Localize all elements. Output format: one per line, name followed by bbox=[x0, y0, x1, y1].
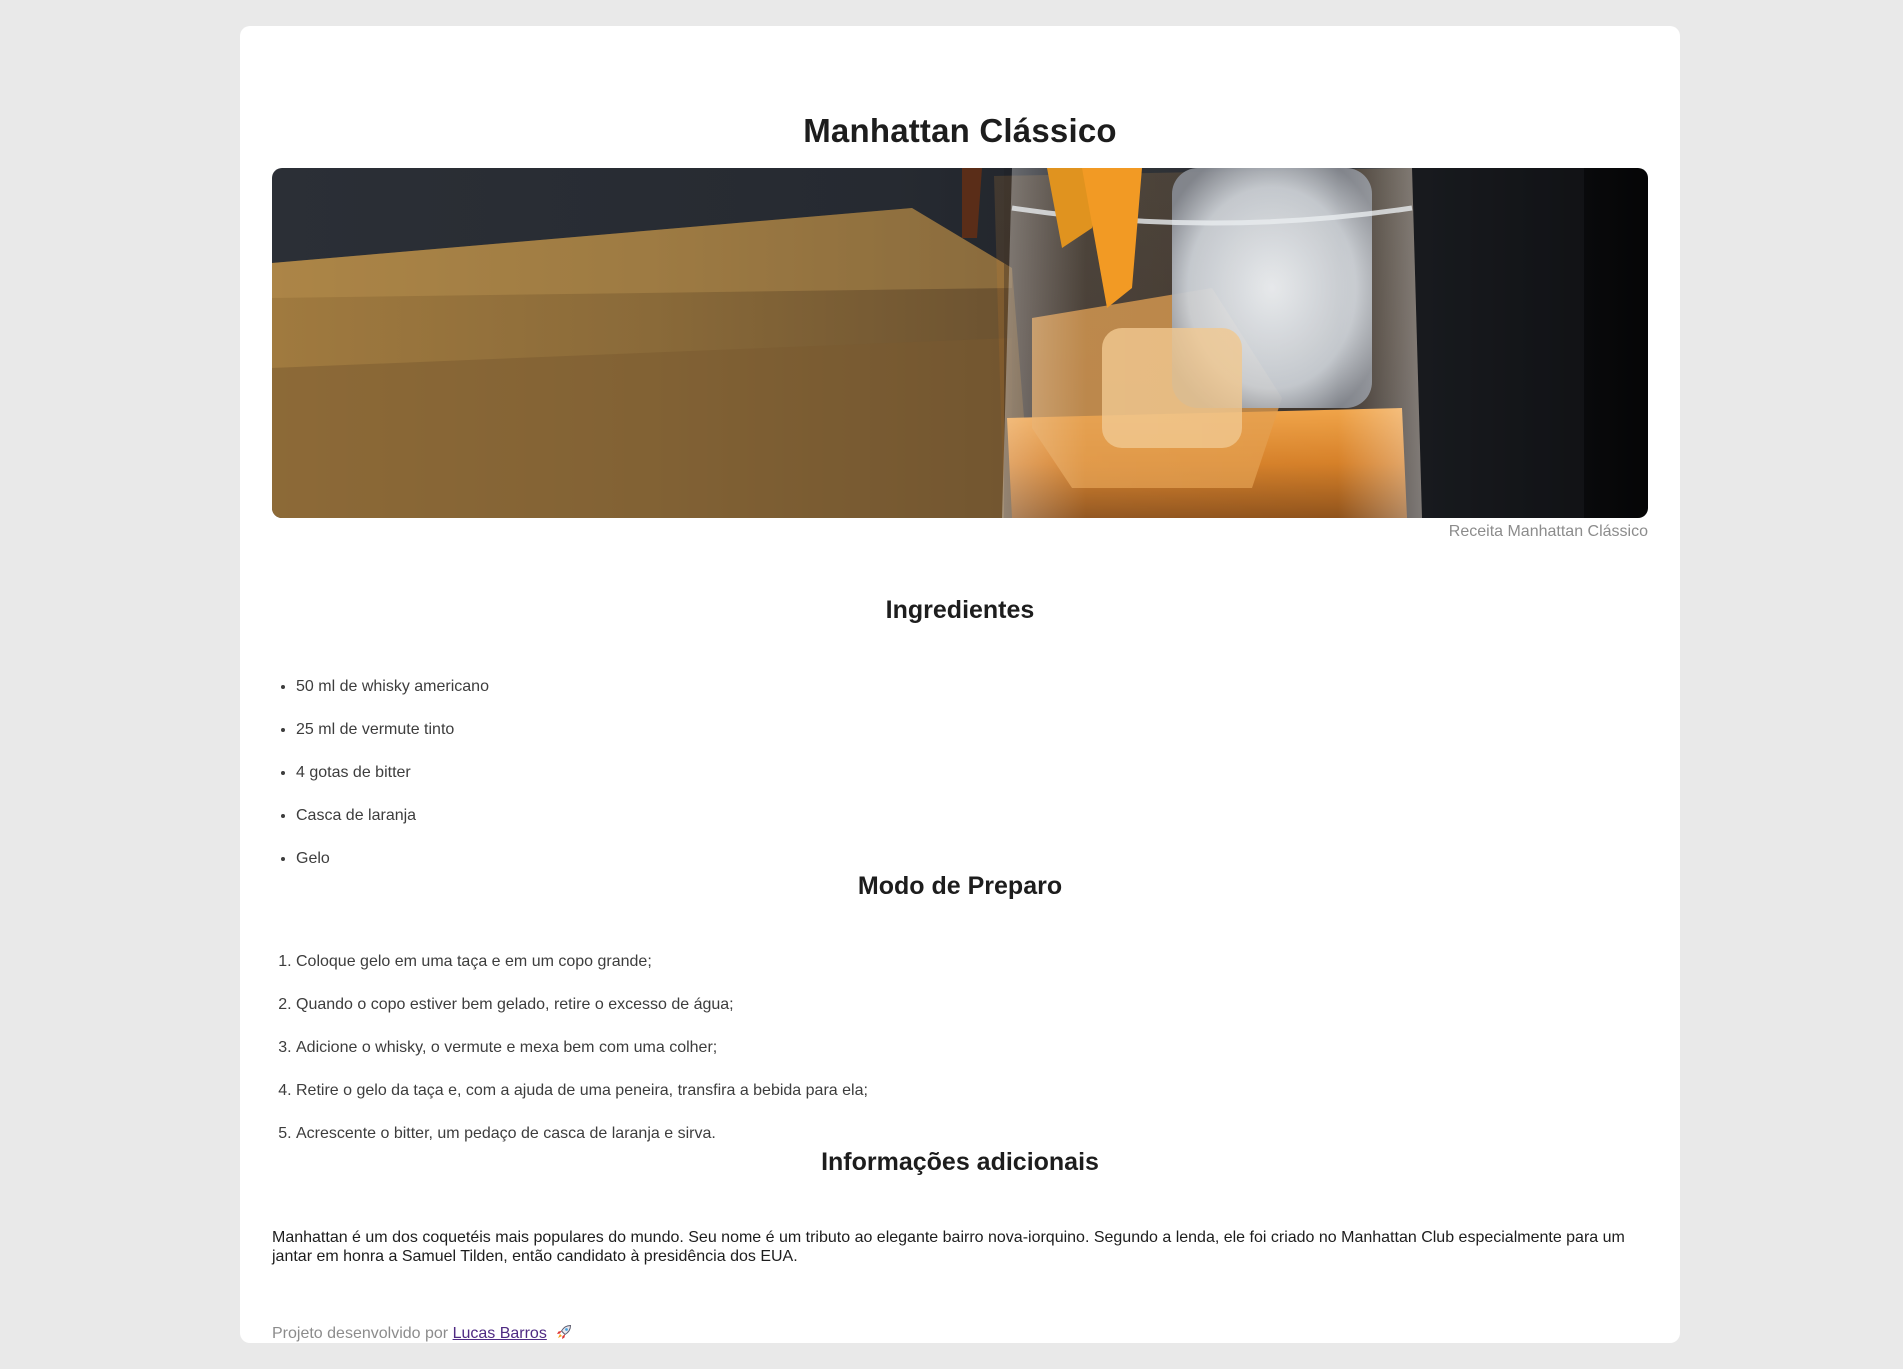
ingredient-item: 4 gotas de bitter bbox=[296, 762, 489, 805]
image-caption: Receita Manhattan Clássico bbox=[1448, 523, 1648, 540]
ingredients-heading: Ingredientes bbox=[885, 596, 1035, 624]
preparation-steps: Coloque gelo em uma taça e em um copo gr… bbox=[296, 952, 868, 1167]
ingredient-item: 25 ml de vermute tinto bbox=[296, 719, 489, 762]
author-link[interactable]: Lucas Barros bbox=[453, 1325, 547, 1342]
preparation-step: Adicione o whisky, o vermute e mexa bem … bbox=[296, 1038, 868, 1081]
ingredients-list: 50 ml de whisky americano 25 ml de vermu… bbox=[296, 676, 489, 891]
preparation-step: Coloque gelo em uma taça e em um copo gr… bbox=[296, 952, 868, 995]
footer-prefix: Projeto desenvolvido por bbox=[272, 1325, 449, 1342]
footer: Projeto desenvolvido por Lucas Barros bbox=[272, 1323, 573, 1346]
rocket-icon bbox=[555, 1323, 573, 1346]
ingredient-item: 50 ml de whisky americano bbox=[296, 676, 489, 719]
page-title: Manhattan Clássico bbox=[803, 112, 1117, 149]
ingredient-item: Casca de laranja bbox=[296, 805, 489, 848]
recipe-card: Manhattan Clássico Receita Manhattan Clá… bbox=[240, 26, 1680, 1343]
preparation-step: Retire o gelo da taça e, com a ajuda de … bbox=[296, 1081, 868, 1124]
info-heading: Informações adicionais bbox=[821, 1148, 1099, 1176]
preparation-heading: Modo de Preparo bbox=[857, 872, 1063, 900]
cocktail-photo bbox=[272, 168, 1648, 518]
info-paragraph: Manhattan é um dos coquetéis mais popula… bbox=[272, 1229, 1625, 1265]
preparation-step: Quando o copo estiver bem gelado, retire… bbox=[296, 995, 868, 1038]
